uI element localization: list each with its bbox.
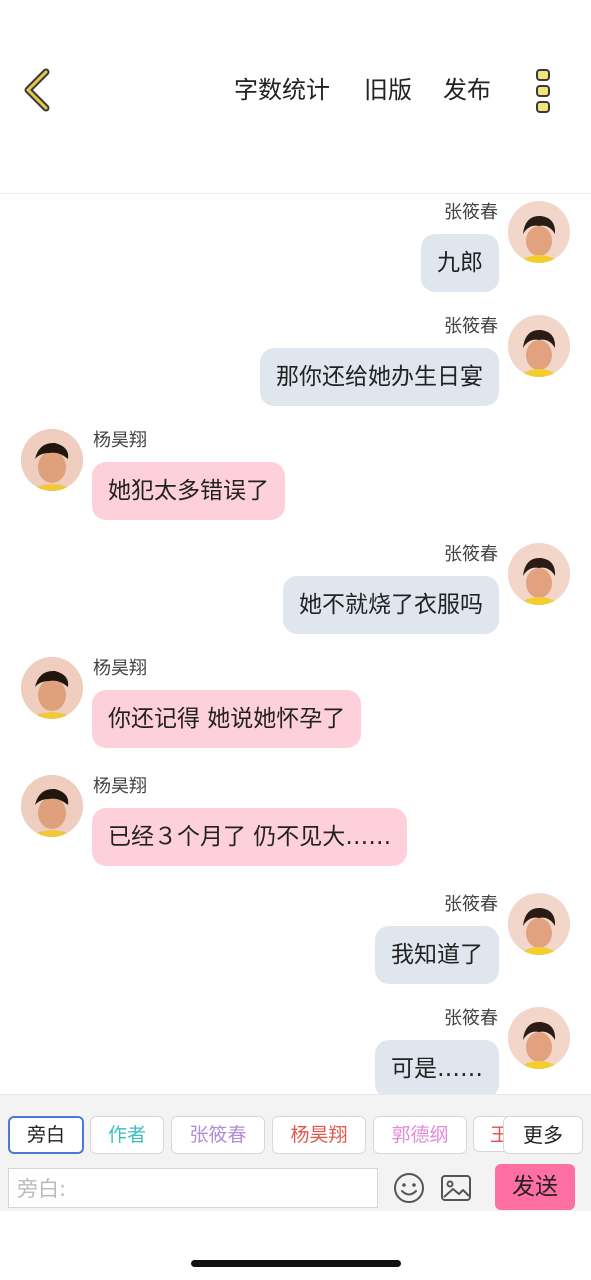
avatar[interactable] — [508, 315, 570, 377]
publish-button[interactable]: 发布 — [443, 72, 491, 108]
avatar[interactable] — [21, 429, 83, 491]
emoji-button[interactable] — [393, 1172, 425, 1204]
speaker-name: 张筱春 — [444, 316, 498, 337]
send-button[interactable]: 发送 — [495, 1164, 575, 1210]
more-menu-button[interactable] — [532, 68, 556, 114]
message-bubble[interactable]: 九郎 — [421, 234, 499, 292]
speaker-name: 杨昊翔 — [93, 658, 147, 679]
speaker-name: 张筱春 — [444, 544, 498, 565]
avatar[interactable] — [508, 893, 570, 955]
message-bubble[interactable]: 她不就烧了衣服吗 — [283, 576, 499, 634]
top-bar: 字数统计 旧版 发布 — [0, 0, 591, 194]
chevron-left-icon — [24, 68, 50, 112]
avatar[interactable] — [21, 775, 83, 837]
role-chip-zhang[interactable]: 张筱春 — [171, 1116, 265, 1154]
speaker-name: 张筱春 — [444, 894, 498, 915]
speaker-name: 杨昊翔 — [93, 430, 147, 451]
avatar[interactable] — [21, 657, 83, 719]
vertical-dots-icon — [536, 69, 550, 113]
message-input[interactable]: 旁白: — [8, 1168, 378, 1208]
message-bubble[interactable]: 她犯太多错误了 — [92, 462, 285, 520]
home-indicator[interactable] — [191, 1260, 401, 1267]
message-bubble[interactable]: 你还记得 她说她怀孕了 — [92, 690, 362, 748]
role-chip-yang[interactable]: 杨昊翔 — [272, 1116, 366, 1154]
speaker-name: 杨昊翔 — [93, 776, 147, 797]
message-bubble[interactable]: 我知道了 — [375, 926, 499, 984]
back-button[interactable] — [18, 66, 58, 114]
avatar[interactable] — [508, 1007, 570, 1069]
speaker-name: 张筱春 — [444, 1008, 498, 1029]
role-chip-guo[interactable]: 郭德纲 — [373, 1116, 467, 1154]
old-version-button[interactable]: 旧版 — [364, 72, 412, 108]
avatar[interactable] — [508, 201, 570, 263]
image-button[interactable] — [440, 1173, 472, 1203]
avatar[interactable] — [508, 543, 570, 605]
image-icon — [441, 1175, 471, 1201]
message-bubble[interactable]: 已经３个月了 仍不见大…… — [92, 808, 408, 866]
role-selector-bar: 旁白 作者 张筱春 杨昊翔 郭德纲 王 更多 旁白: 发送 — [0, 1094, 591, 1211]
more-roles-button[interactable]: 更多 — [503, 1116, 583, 1154]
speaker-name: 张筱春 — [444, 202, 498, 223]
role-chip-narrator[interactable]: 旁白 — [8, 1116, 84, 1154]
role-chip-author[interactable]: 作者 — [90, 1116, 164, 1154]
message-bubble[interactable]: 可是…… — [375, 1040, 499, 1094]
word-count-button[interactable]: 字数统计 — [234, 72, 330, 108]
chat-area[interactable]: 张筱春 九郎 张筱春 那你还给她办生日宴 杨昊翔 她犯太多错误了 张筱春 她不就… — [0, 194, 591, 1094]
smiley-icon — [394, 1173, 424, 1203]
message-bubble[interactable]: 那你还给她办生日宴 — [260, 348, 499, 406]
